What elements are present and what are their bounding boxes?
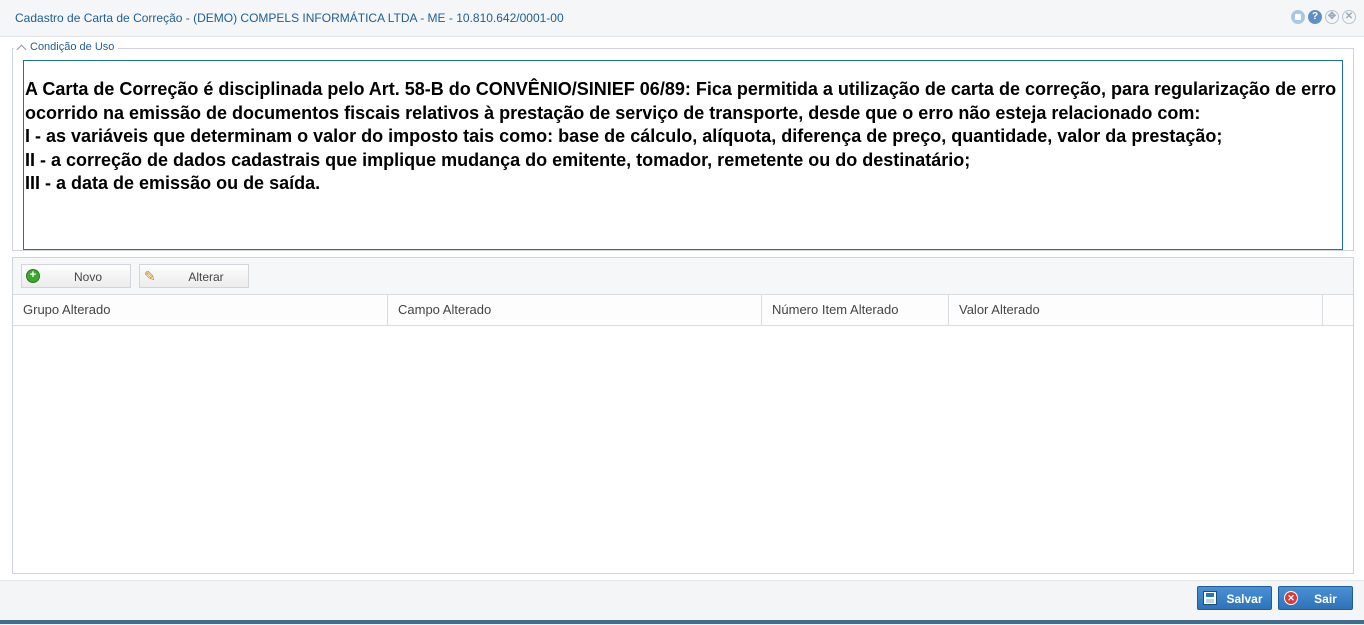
column-header-filler [1323,295,1353,325]
new-button[interactable]: + Novo [21,264,131,288]
grid-toolbar: + Novo ✎ Alterar [13,258,1353,295]
floppy-disk-icon [1203,591,1217,605]
save-button[interactable]: Salvar [1197,586,1272,610]
move-icon[interactable]: ✥ [1325,10,1339,24]
footer-bar: Salvar ✕ Sair [0,580,1364,625]
chevron-up-icon[interactable] [16,44,27,54]
save-button-label: Salvar [1226,592,1263,606]
corrections-grid-panel: + Novo ✎ Alterar Grupo Alterado Campo Al… [12,257,1354,574]
usage-legend-label: Condição de Uso [30,41,115,53]
column-header-grupo-alterado[interactable]: Grupo Alterado [13,295,388,325]
column-header-campo-alterado[interactable]: Campo Alterado [388,295,762,325]
window-title: Cadastro de Carta de Correção - (DEMO) C… [15,11,564,25]
exit-button-label: Sair [1314,592,1337,606]
grid-header: Grupo Alterado Campo Alterado Número Ite… [13,295,1353,326]
help-icon[interactable]: ? [1308,10,1322,24]
grid-body[interactable] [13,326,1353,573]
edit-button[interactable]: ✎ Alterar [139,264,249,288]
column-header-valor-alterado[interactable]: Valor Alterado [949,295,1323,325]
bottom-edge [0,620,1364,624]
column-header-numero-item-alterado[interactable]: Número Item Alterado [762,295,949,325]
usage-text[interactable]: A Carta de Correção é disciplinada pelo … [23,60,1343,250]
exit-icon: ✕ [1284,591,1298,605]
minimize-icon[interactable] [1291,10,1305,24]
pencil-icon: ✎ [144,268,156,284]
window-titlebar: Cadastro de Carta de Correção - (DEMO) C… [0,0,1364,37]
new-button-label: Novo [73,270,102,284]
usage-legend[interactable]: Condição de Uso [14,41,119,54]
close-icon[interactable]: ✕ [1342,10,1356,24]
edit-button-label: Alterar [188,270,224,284]
exit-button[interactable]: ✕ Sair [1278,586,1353,610]
add-icon: + [26,269,40,283]
window-controls: ? ✥ ✕ [1291,10,1356,24]
